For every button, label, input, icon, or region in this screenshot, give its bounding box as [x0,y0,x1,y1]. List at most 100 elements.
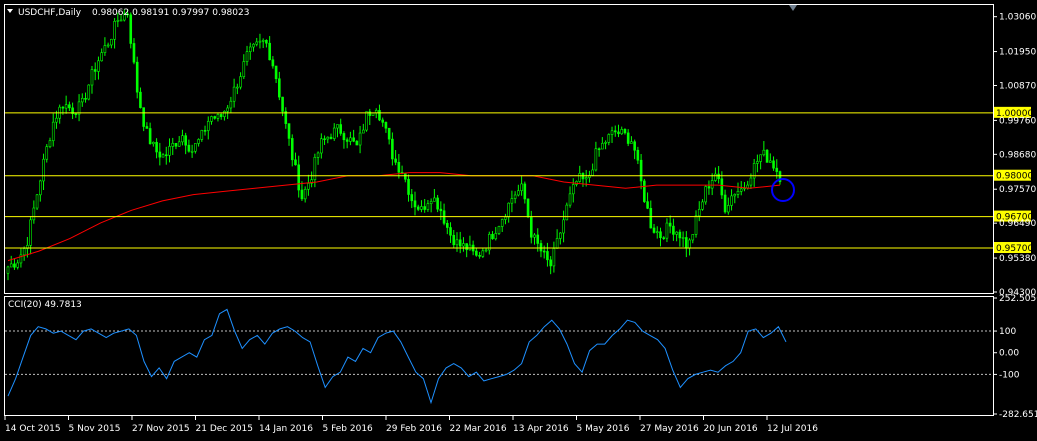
candle-body [106,44,110,47]
candle-body [633,141,636,151]
triangle-down-icon[interactable] [7,9,13,13]
candle-body [6,266,10,274]
candle-body [203,130,207,132]
candle-body [533,234,536,238]
candle-body [749,177,753,186]
candle-body [119,19,123,22]
chart-shift-marker-icon[interactable] [789,5,797,11]
candle-body [394,158,397,163]
candle-body [517,190,520,196]
candle-body [507,202,510,218]
x-tick-label: 21 Dec 2015 [196,424,254,434]
candle-body [139,91,142,108]
candle-body [64,104,68,109]
x-tick-label: 29 Feb 2016 [386,424,442,434]
candle-body [604,142,607,144]
candle-body [649,208,653,229]
price-tick-label: 0.97570 [999,185,1036,195]
candle-body [294,159,297,166]
x-tick-label: 20 Jun 2016 [704,424,758,434]
candle-body [620,129,624,135]
candle-body [216,114,220,119]
candle-body [730,195,733,206]
candle-body [219,114,223,117]
candle-body [161,154,165,158]
candle-body [536,234,540,244]
candle-body [623,129,627,134]
price-tick-label: 1.01950 [999,48,1036,58]
candle-body [303,188,307,200]
x-tick-label: 27 May 2016 [640,424,699,434]
price-tick-label: 0.98680 [999,150,1036,160]
candle-body [152,141,155,145]
candle-body [239,76,242,88]
candle-body [756,161,759,164]
candle-body [300,189,304,200]
candle-body [691,234,695,241]
price-circle-marker [771,178,795,202]
candle-body [368,111,372,116]
candle-body [720,178,724,196]
candle-body [184,135,187,146]
candle-body [245,51,249,62]
cci-panel-frame [4,296,994,416]
candle-body [733,194,737,197]
candle-body [323,138,326,141]
candle-body [662,237,666,240]
candle-body [607,134,611,143]
candle-body [87,84,91,100]
candle-body [45,146,49,160]
candle-body [187,144,191,152]
candle-body [194,143,197,152]
candle-body [381,119,384,123]
candle-body [51,121,55,142]
candle-body [769,160,772,163]
candle-body [135,61,139,93]
candle-body [100,52,103,62]
candle-body [55,117,58,123]
candle-body [113,21,116,40]
candle-body [439,208,443,212]
candle-body [16,262,19,268]
candle-body [22,248,26,256]
candle-body [426,203,430,210]
candle-body [129,14,133,44]
candle-body [468,244,472,251]
candle-body [739,188,743,192]
candle-body [413,200,417,208]
candle-body [578,173,582,182]
candle-body [384,122,388,129]
candle-body [429,201,433,204]
candle-body [571,184,575,195]
candle-body [523,183,527,200]
candle-body [158,151,162,158]
candle-body [675,231,678,235]
candle-body [416,206,420,210]
candle-body [142,107,145,127]
candle-body [397,161,401,173]
symbol-title: USDCHF,Daily [18,8,82,18]
candle-body [181,135,184,143]
candle-body [35,194,39,209]
candle-body [226,107,229,112]
candle-body [236,86,239,89]
candle-body [681,237,685,239]
candle-body [265,39,268,44]
candle-body [145,126,149,129]
candle-body [494,233,498,240]
candle-body [297,164,301,191]
candle-body [103,45,107,53]
candle-body [565,204,569,221]
candle-body [232,86,236,102]
candle-body [84,97,87,100]
candle-body [772,160,775,169]
candle-body [455,239,459,246]
candle-body [513,194,517,199]
candle-body [210,116,213,122]
price-tick-label: 1.00870 [999,82,1036,92]
candle-body [423,206,426,210]
candle-body [164,154,168,157]
cci-title: CCI(20) 49.7813 [8,300,82,310]
x-tick-label: 14 Oct 2015 [5,424,61,434]
candle-body [491,233,494,240]
